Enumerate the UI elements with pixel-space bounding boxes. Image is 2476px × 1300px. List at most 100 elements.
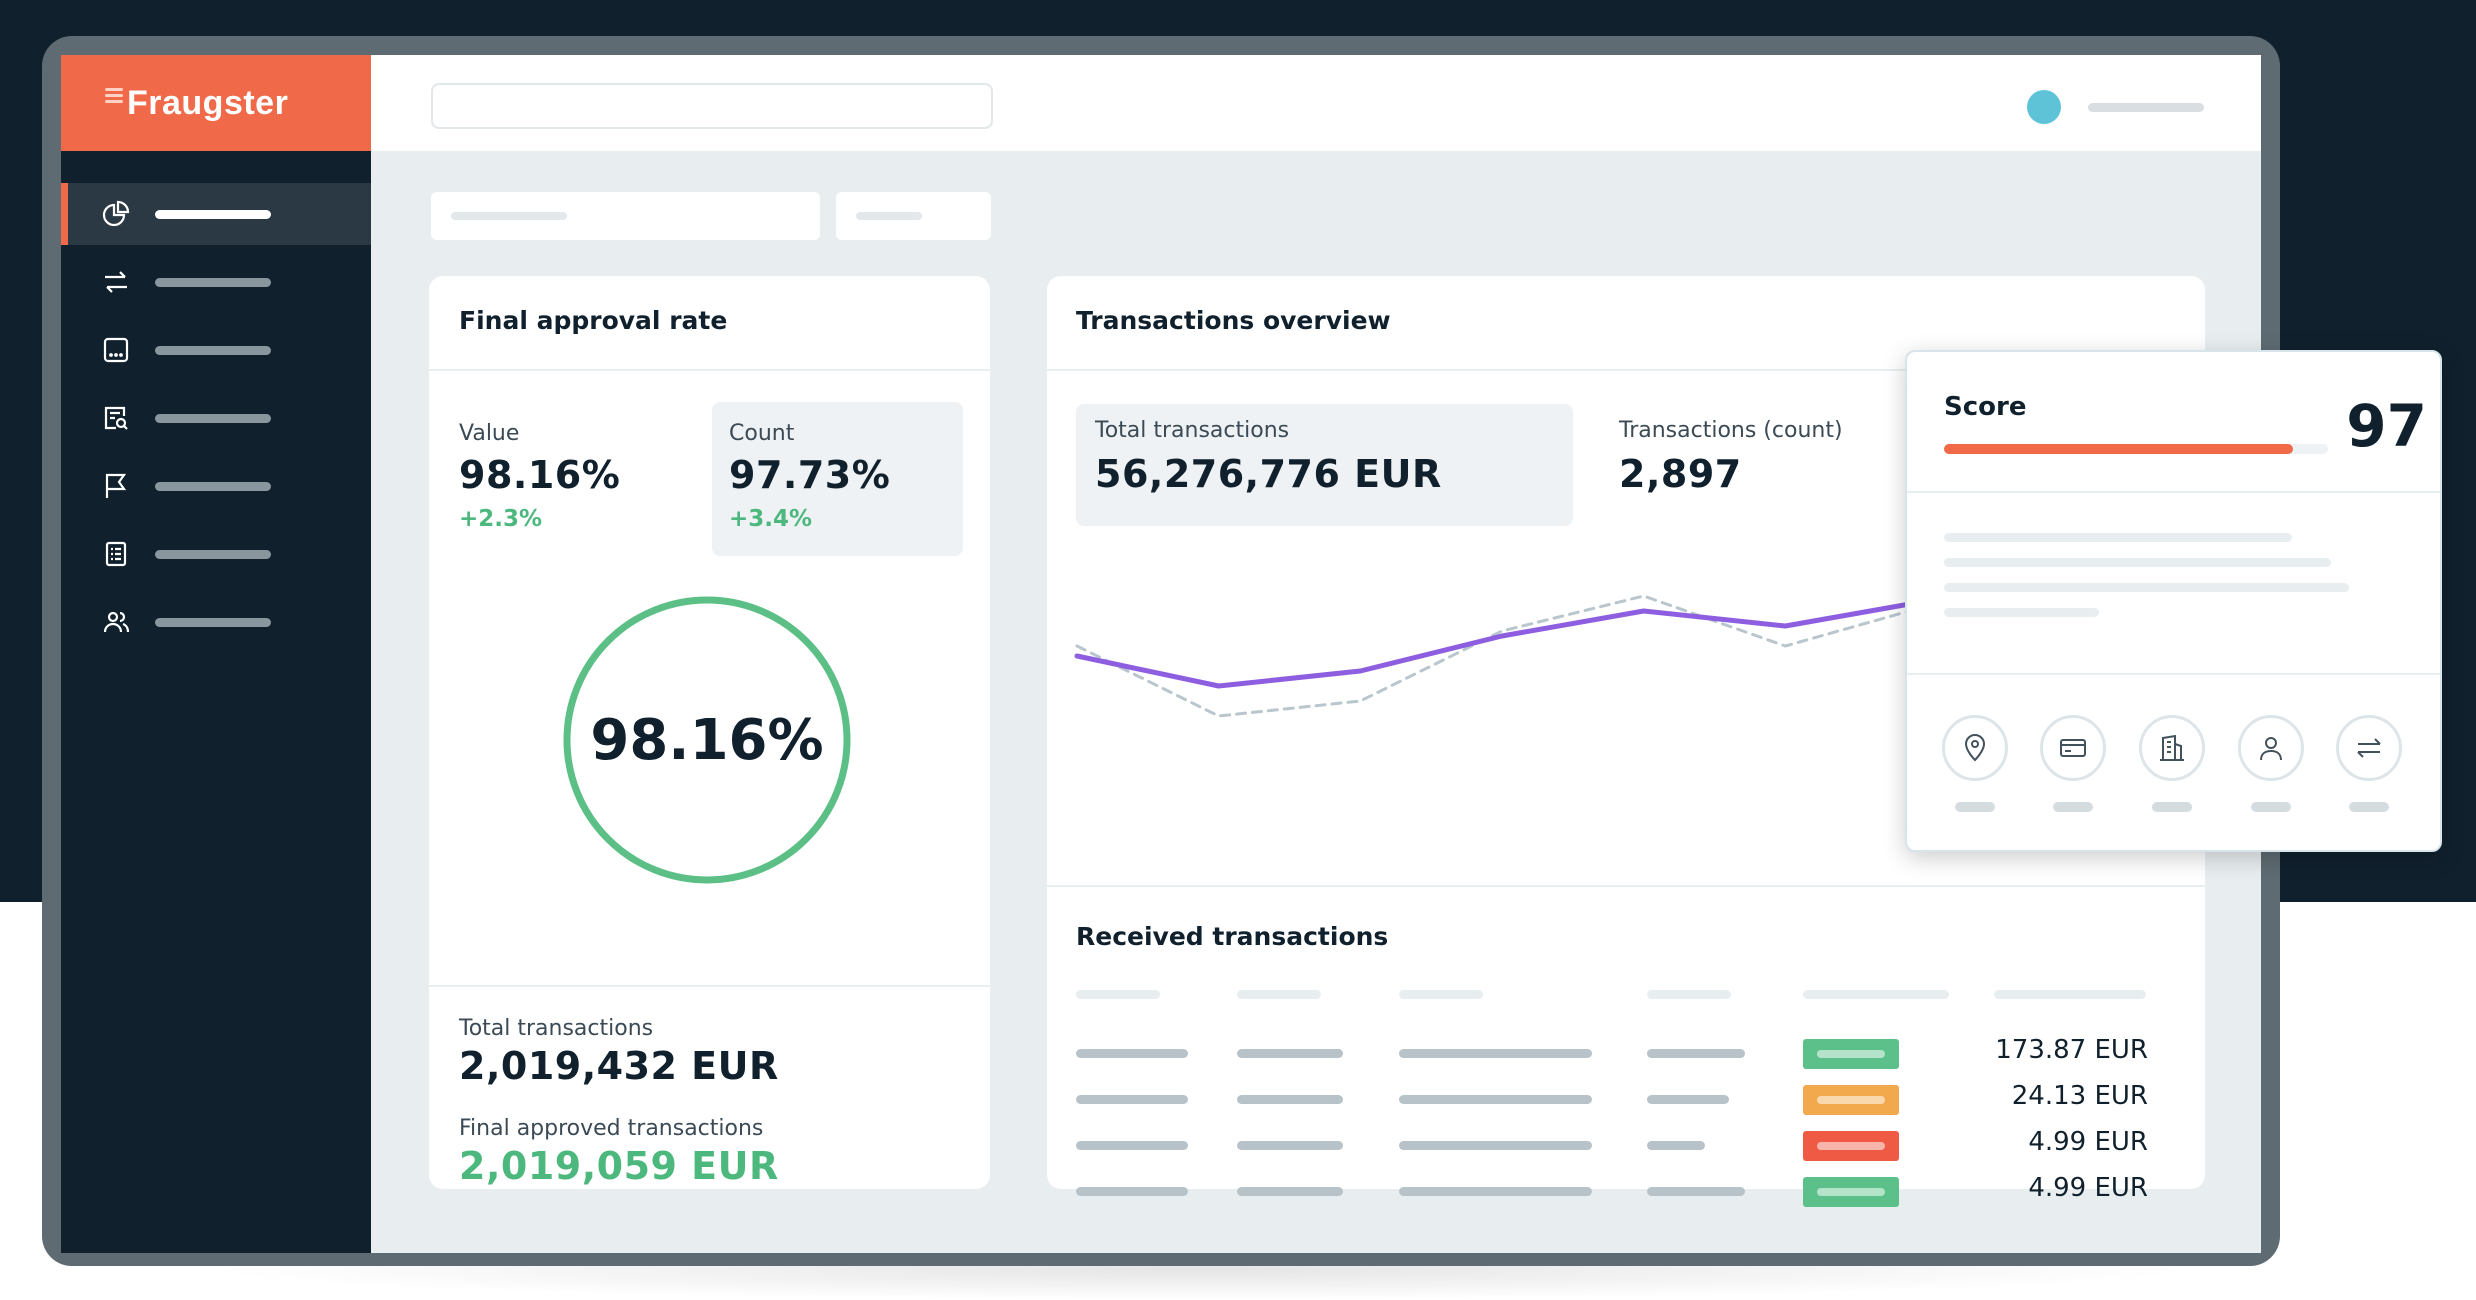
amount-value: 4.99 EUR <box>2028 1173 2148 1203</box>
column-header <box>1647 990 1731 999</box>
sidebar-item-flags[interactable] <box>61 455 371 517</box>
value-label: Value <box>459 421 520 446</box>
value-metric: 98.16% <box>459 453 621 497</box>
count-metric: 97.73% <box>729 453 891 497</box>
total-label: Total transactions <box>459 1016 654 1041</box>
detail-placeholder <box>1944 608 2099 617</box>
sidebar-item-messages[interactable] <box>61 319 371 381</box>
status-badge <box>1803 1177 1899 1207</box>
count-delta: +3.4% <box>729 506 813 532</box>
cell-placeholder <box>1399 1049 1592 1058</box>
status-badge <box>1803 1039 1899 1069</box>
cell-placeholder <box>1647 1095 1729 1104</box>
flag-icon <box>101 471 131 501</box>
transactions-line-chart <box>1074 594 1930 718</box>
sidebar-item-label <box>155 617 271 627</box>
cell-placeholder <box>1237 1187 1343 1196</box>
filter-placeholder <box>451 212 567 220</box>
cell-placeholder <box>1076 1095 1188 1104</box>
top-bar <box>371 55 2261 151</box>
users-icon <box>101 607 131 637</box>
total-transactions-panel: Total transactions 56,276,776 EUR <box>1076 404 1573 526</box>
person-icon[interactable] <box>2238 715 2304 781</box>
cell-placeholder <box>1647 1049 1745 1058</box>
cell-placeholder <box>1237 1095 1343 1104</box>
cell-placeholder <box>1076 1141 1188 1150</box>
sidebar-item-label <box>155 549 271 559</box>
sidebar-item-label <box>155 209 271 219</box>
cell-placeholder <box>1076 1049 1188 1058</box>
score-progress <box>1944 444 2328 454</box>
cell-placeholder <box>1076 1187 1188 1196</box>
arrows-exchange-icon <box>101 267 131 297</box>
column-header <box>1994 990 2146 999</box>
search-input[interactable] <box>431 83 993 129</box>
filter-placeholder <box>856 212 922 220</box>
column-header <box>1076 990 1160 999</box>
range-filter[interactable] <box>836 192 991 240</box>
cell-placeholder <box>1399 1141 1592 1150</box>
sidebar-item-dashboard[interactable] <box>61 183 371 245</box>
brand-logo[interactable]: Fraugster <box>61 55 371 151</box>
sidebar-nav <box>61 183 371 659</box>
cell-placeholder <box>1399 1095 1592 1104</box>
approved-label: Final approved transactions <box>459 1116 764 1141</box>
sidebar-item-reports[interactable] <box>61 387 371 449</box>
detail-placeholder <box>1944 558 2331 567</box>
cell-placeholder <box>1647 1141 1705 1150</box>
amount-value: 4.99 EUR <box>2028 1127 2148 1157</box>
card-title: Final approval rate <box>459 306 728 335</box>
total-transactions-value: 56,276,776 EUR <box>1095 452 1442 496</box>
divider <box>1907 491 2440 493</box>
icon-label-placeholder <box>2152 802 2192 812</box>
brand-mark-icon <box>105 88 123 106</box>
total-value: 2,019,432 EUR <box>459 1044 779 1088</box>
sidebar-item-label <box>155 277 271 287</box>
value-delta: +2.3% <box>459 506 543 532</box>
transactions-count-value: 2,897 <box>1619 452 1742 496</box>
score-value: 97 <box>2346 392 2427 460</box>
cell-placeholder <box>1237 1141 1343 1150</box>
card-title: Transactions overview <box>1076 306 1391 335</box>
divider <box>429 369 990 371</box>
total-transactions-label: Total transactions <box>1095 418 1290 443</box>
arrows-exchange-icon[interactable] <box>2336 715 2402 781</box>
user-name-placeholder[interactable] <box>2088 103 2204 112</box>
divider <box>429 985 990 987</box>
message-box-icon <box>101 335 131 365</box>
cell-placeholder <box>1647 1187 1745 1196</box>
count-label: Count <box>729 421 795 446</box>
credit-card-icon[interactable] <box>2040 715 2106 781</box>
detail-placeholder <box>1944 583 2349 592</box>
location-pin-icon[interactable] <box>1942 715 2008 781</box>
column-header <box>1803 990 1949 999</box>
amount-value: 173.87 EUR <box>1995 1035 2148 1065</box>
ring-value: 98.16% <box>590 707 824 773</box>
sidebar-item-label <box>155 345 271 355</box>
column-header <box>1237 990 1321 999</box>
icon-label-placeholder <box>1955 802 1995 812</box>
sidebar-item-transactions[interactable] <box>61 251 371 313</box>
approval-rate-card: Final approval rate Value 98.16% +2.3% C… <box>429 276 990 1189</box>
sidebar-item-label <box>155 413 271 423</box>
amount-value: 24.13 EUR <box>2011 1081 2148 1111</box>
icon-label-placeholder <box>2053 802 2093 812</box>
avatar[interactable] <box>2027 90 2061 124</box>
building-icon[interactable] <box>2139 715 2205 781</box>
sidebar-item-lists[interactable] <box>61 523 371 585</box>
approved-value: 2,019,059 EUR <box>459 1144 779 1188</box>
sidebar: Fraugster <box>61 55 371 1253</box>
cell-placeholder <box>1399 1187 1592 1196</box>
score-card: Score 97 <box>1905 350 2442 852</box>
detail-placeholder <box>1944 533 2292 542</box>
received-title: Received transactions <box>1076 922 1389 951</box>
series-line-2 <box>1075 594 1929 718</box>
report-search-icon <box>101 403 131 433</box>
status-badge <box>1803 1131 1899 1161</box>
sidebar-item-label <box>155 481 271 491</box>
icon-label-placeholder <box>2349 802 2389 812</box>
sidebar-item-users[interactable] <box>61 591 371 653</box>
date-filter[interactable] <box>431 192 820 240</box>
score-progress-fill <box>1944 444 2294 454</box>
divider <box>1047 885 2205 887</box>
